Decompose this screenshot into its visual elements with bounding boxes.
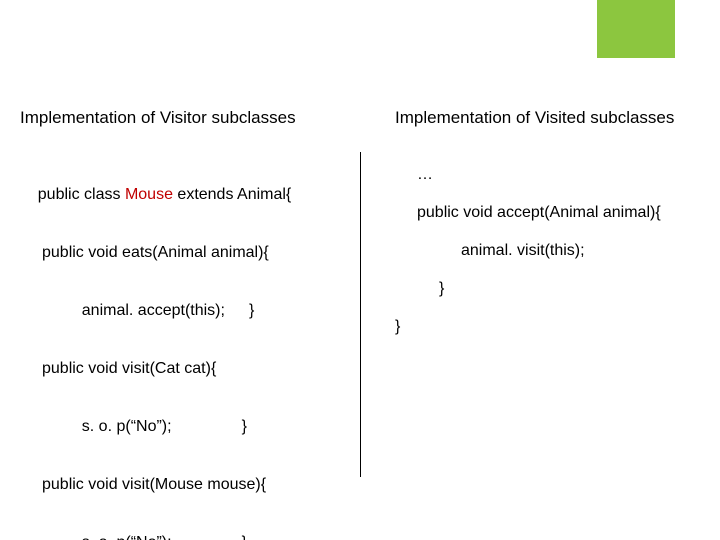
brace: } xyxy=(395,279,705,299)
code-line: public void visit(Cat cat){ xyxy=(20,359,350,379)
code-line: s. o. p(“No”);} xyxy=(20,513,350,540)
code-line: animal. visit(this); xyxy=(395,241,705,261)
code-line: public void accept(Animal animal){ xyxy=(395,203,705,223)
visitor-code: public class Mouse extends Animal{ publi… xyxy=(20,165,350,540)
code-line: animal. accept(this);} xyxy=(20,281,350,341)
heading-visited: Implementation of Visited subclasses xyxy=(395,108,674,128)
text: s. o. p(“No”); xyxy=(82,418,172,435)
code-line: public class Mouse extends Animal{ xyxy=(20,165,350,225)
visited-code: … public void accept(Animal animal){ ani… xyxy=(395,165,705,337)
text: animal. accept(this); xyxy=(82,302,225,319)
ellipsis: … xyxy=(395,165,705,185)
accent-box xyxy=(597,0,675,58)
heading-visitor: Implementation of Visitor subclasses xyxy=(20,108,296,128)
code-line: public void visit(Mouse mouse){ xyxy=(20,475,350,495)
code-line: public void eats(Animal animal){ xyxy=(20,243,350,263)
brace: } xyxy=(242,533,247,540)
brace: } xyxy=(249,301,254,321)
divider xyxy=(360,152,361,477)
class-name: Mouse xyxy=(125,186,173,203)
brace: } xyxy=(395,317,705,337)
text: s. o. p(“No”); xyxy=(82,534,172,540)
text: public class xyxy=(38,186,125,203)
text: extends Animal{ xyxy=(173,186,291,203)
brace: } xyxy=(242,417,247,437)
code-line: s. o. p(“No”);} xyxy=(20,397,350,457)
